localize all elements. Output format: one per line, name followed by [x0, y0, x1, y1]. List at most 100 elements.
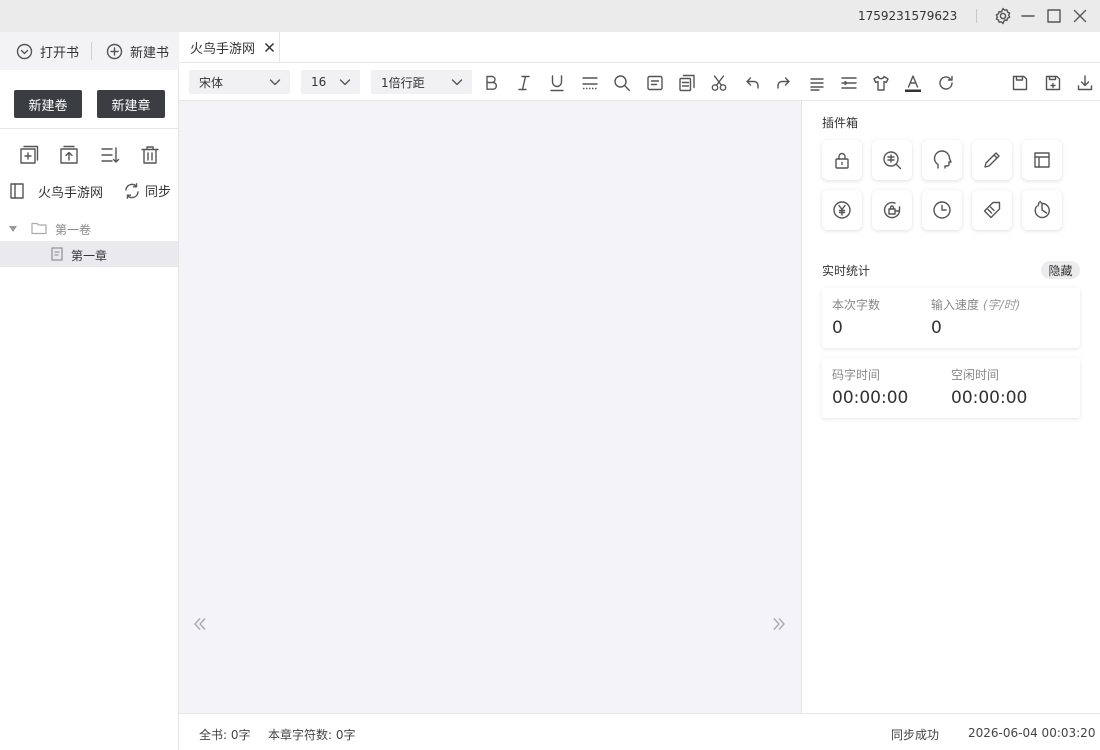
underline-icon[interactable] — [547, 73, 567, 93]
clock-icon[interactable] — [922, 190, 962, 230]
font-value: 宋体 — [199, 75, 224, 90]
document-icon — [51, 247, 63, 261]
dictionary-search-icon[interactable] — [872, 140, 912, 180]
font-size-select[interactable]: 16 — [301, 70, 360, 94]
typing-time-label: 码字时间 — [832, 368, 881, 382]
new-book-label: 新建书 — [130, 45, 170, 61]
sidebar-top-bar: 打开书 新建书 — [0, 32, 179, 70]
save-icon[interactable] — [1010, 73, 1030, 93]
font-select[interactable]: 宋体 — [189, 70, 290, 94]
tree-volume-item[interactable]: 第一卷 — [0, 218, 178, 240]
font-size-value: 16 — [311, 75, 327, 89]
sidebar-divider — [0, 128, 179, 129]
add-chapter-icon[interactable] — [18, 144, 40, 166]
format-toolbar: 宋体 16 1倍行距 — [179, 63, 1100, 101]
sidebar-top-separator — [91, 42, 92, 60]
minimize-icon[interactable] — [1018, 6, 1038, 26]
italic-icon[interactable] — [514, 73, 534, 93]
indent-icon[interactable] — [839, 73, 859, 93]
editor-area[interactable] — [179, 101, 801, 713]
stats-card-time: 码字时间 00:00:00 空闲时间 00:00:00 — [822, 358, 1080, 418]
next-page-icon[interactable] — [770, 615, 788, 633]
bold-icon[interactable] — [481, 73, 501, 93]
prev-page-icon[interactable] — [191, 615, 209, 633]
new-volume-button[interactable]: 新建卷 — [14, 90, 82, 118]
typing-time-value: 00:00:00 — [832, 388, 909, 408]
plus-circle-icon — [106, 43, 123, 59]
status-bar: 全书: 0字 本章字符数: 0字 同步成功 2026-06-04 00:03:2… — [179, 713, 1100, 750]
line-spacing-value: 1倍行距 — [381, 75, 425, 90]
sync-button[interactable]: 同步 — [123, 181, 171, 200]
chevron-down-icon — [451, 79, 463, 86]
chapter-char-count: 本章字符数: 0字 — [268, 728, 356, 742]
layout-icon[interactable] — [1022, 140, 1062, 180]
right-panel: 插件箱 实时统计 隐藏 本次字数 0 输入速度 (字/时) 0 码字时间 00:… — [801, 101, 1100, 713]
paragraph-icon[interactable] — [807, 73, 827, 93]
speed-unit: (字/时) — [982, 298, 1021, 312]
font-color-icon[interactable] — [903, 73, 923, 93]
sort-icon[interactable] — [99, 144, 121, 166]
session-words-label: 本次字数 — [832, 298, 881, 312]
tree-chapter-item[interactable]: 第一章 — [0, 241, 178, 267]
gear-icon[interactable] — [993, 6, 1013, 26]
speed-label: 输入速度 — [931, 298, 980, 312]
book-row: 火鸟手游网 同步 — [10, 181, 175, 201]
download-icon[interactable] — [1075, 73, 1095, 93]
idle-time-value: 00:00:00 — [951, 388, 1028, 408]
sync-status: 同步成功 — [891, 728, 940, 742]
undo-icon[interactable] — [742, 73, 762, 93]
head-icon[interactable] — [922, 140, 962, 180]
pencil-icon[interactable] — [972, 140, 1012, 180]
search-icon[interactable] — [612, 73, 632, 93]
lock-icon[interactable] — [822, 140, 862, 180]
chapter-label: 第一章 — [71, 249, 108, 263]
tab-book[interactable]: 火鸟手游网 — [179, 32, 280, 62]
open-book-label: 打开书 — [40, 45, 80, 61]
chevron-down-icon — [269, 79, 281, 86]
save-as-icon[interactable] — [1043, 73, 1063, 93]
sync-label: 同步 — [145, 185, 172, 200]
divider-line-icon[interactable] — [580, 73, 600, 93]
sync-icon — [125, 182, 139, 199]
idle-time-label: 空闲时间 — [951, 368, 1000, 382]
total-words: 全书: 0字 — [199, 728, 251, 742]
titlebar-separator — [976, 9, 977, 23]
new-chapter-button[interactable]: 新建章 — [97, 90, 165, 118]
lock-refresh-icon[interactable] — [872, 190, 912, 230]
close-icon[interactable] — [1070, 6, 1090, 26]
session-words-value: 0 — [832, 318, 843, 338]
chevron-circle-icon — [16, 43, 33, 59]
maximize-icon[interactable] — [1044, 6, 1064, 26]
datetime: 2026-06-04 00:03:20 — [968, 726, 1096, 740]
sidebar: 打开书 新建书 新建卷 新建章 火鸟手游网 同步 第一卷 第一章 — [0, 32, 179, 750]
book-title[interactable]: 火鸟手游网 — [38, 182, 103, 201]
tab-label: 火鸟手游网 — [190, 41, 256, 57]
tag-icon[interactable] — [972, 190, 1012, 230]
shirt-icon[interactable] — [871, 73, 891, 93]
yen-icon[interactable] — [822, 190, 862, 230]
chevron-down-icon — [339, 79, 351, 86]
volume-label: 第一卷 — [55, 223, 92, 237]
copy-icon[interactable] — [677, 73, 697, 93]
upload-icon[interactable] — [58, 144, 80, 166]
tab-bar: 火鸟手游网 — [179, 32, 1100, 63]
pie-timer-icon[interactable] — [1022, 190, 1062, 230]
folder-icon — [31, 222, 47, 235]
new-book-button[interactable]: 新建书 — [106, 42, 170, 61]
refresh-icon[interactable] — [936, 73, 956, 93]
close-tab-icon[interactable] — [264, 42, 275, 53]
caret-down-icon[interactable] — [9, 226, 17, 232]
scissors-icon[interactable] — [709, 73, 729, 93]
note-icon[interactable] — [645, 73, 665, 93]
redo-icon[interactable] — [774, 73, 794, 93]
book-icon — [10, 183, 24, 199]
speed-value: 0 — [931, 318, 942, 338]
speed-label-group: 输入速度 (字/时) — [931, 296, 1020, 313]
open-book-button[interactable]: 打开书 — [16, 42, 80, 61]
plugins-title: 插件箱 — [822, 116, 859, 130]
hide-stats-button[interactable]: 隐藏 — [1041, 261, 1080, 279]
trash-icon[interactable] — [139, 144, 161, 166]
title-bar: 1759231579623 — [0, 0, 1100, 32]
line-spacing-select[interactable]: 1倍行距 — [371, 70, 472, 94]
stats-card-words: 本次字数 0 输入速度 (字/时) 0 — [822, 288, 1080, 348]
